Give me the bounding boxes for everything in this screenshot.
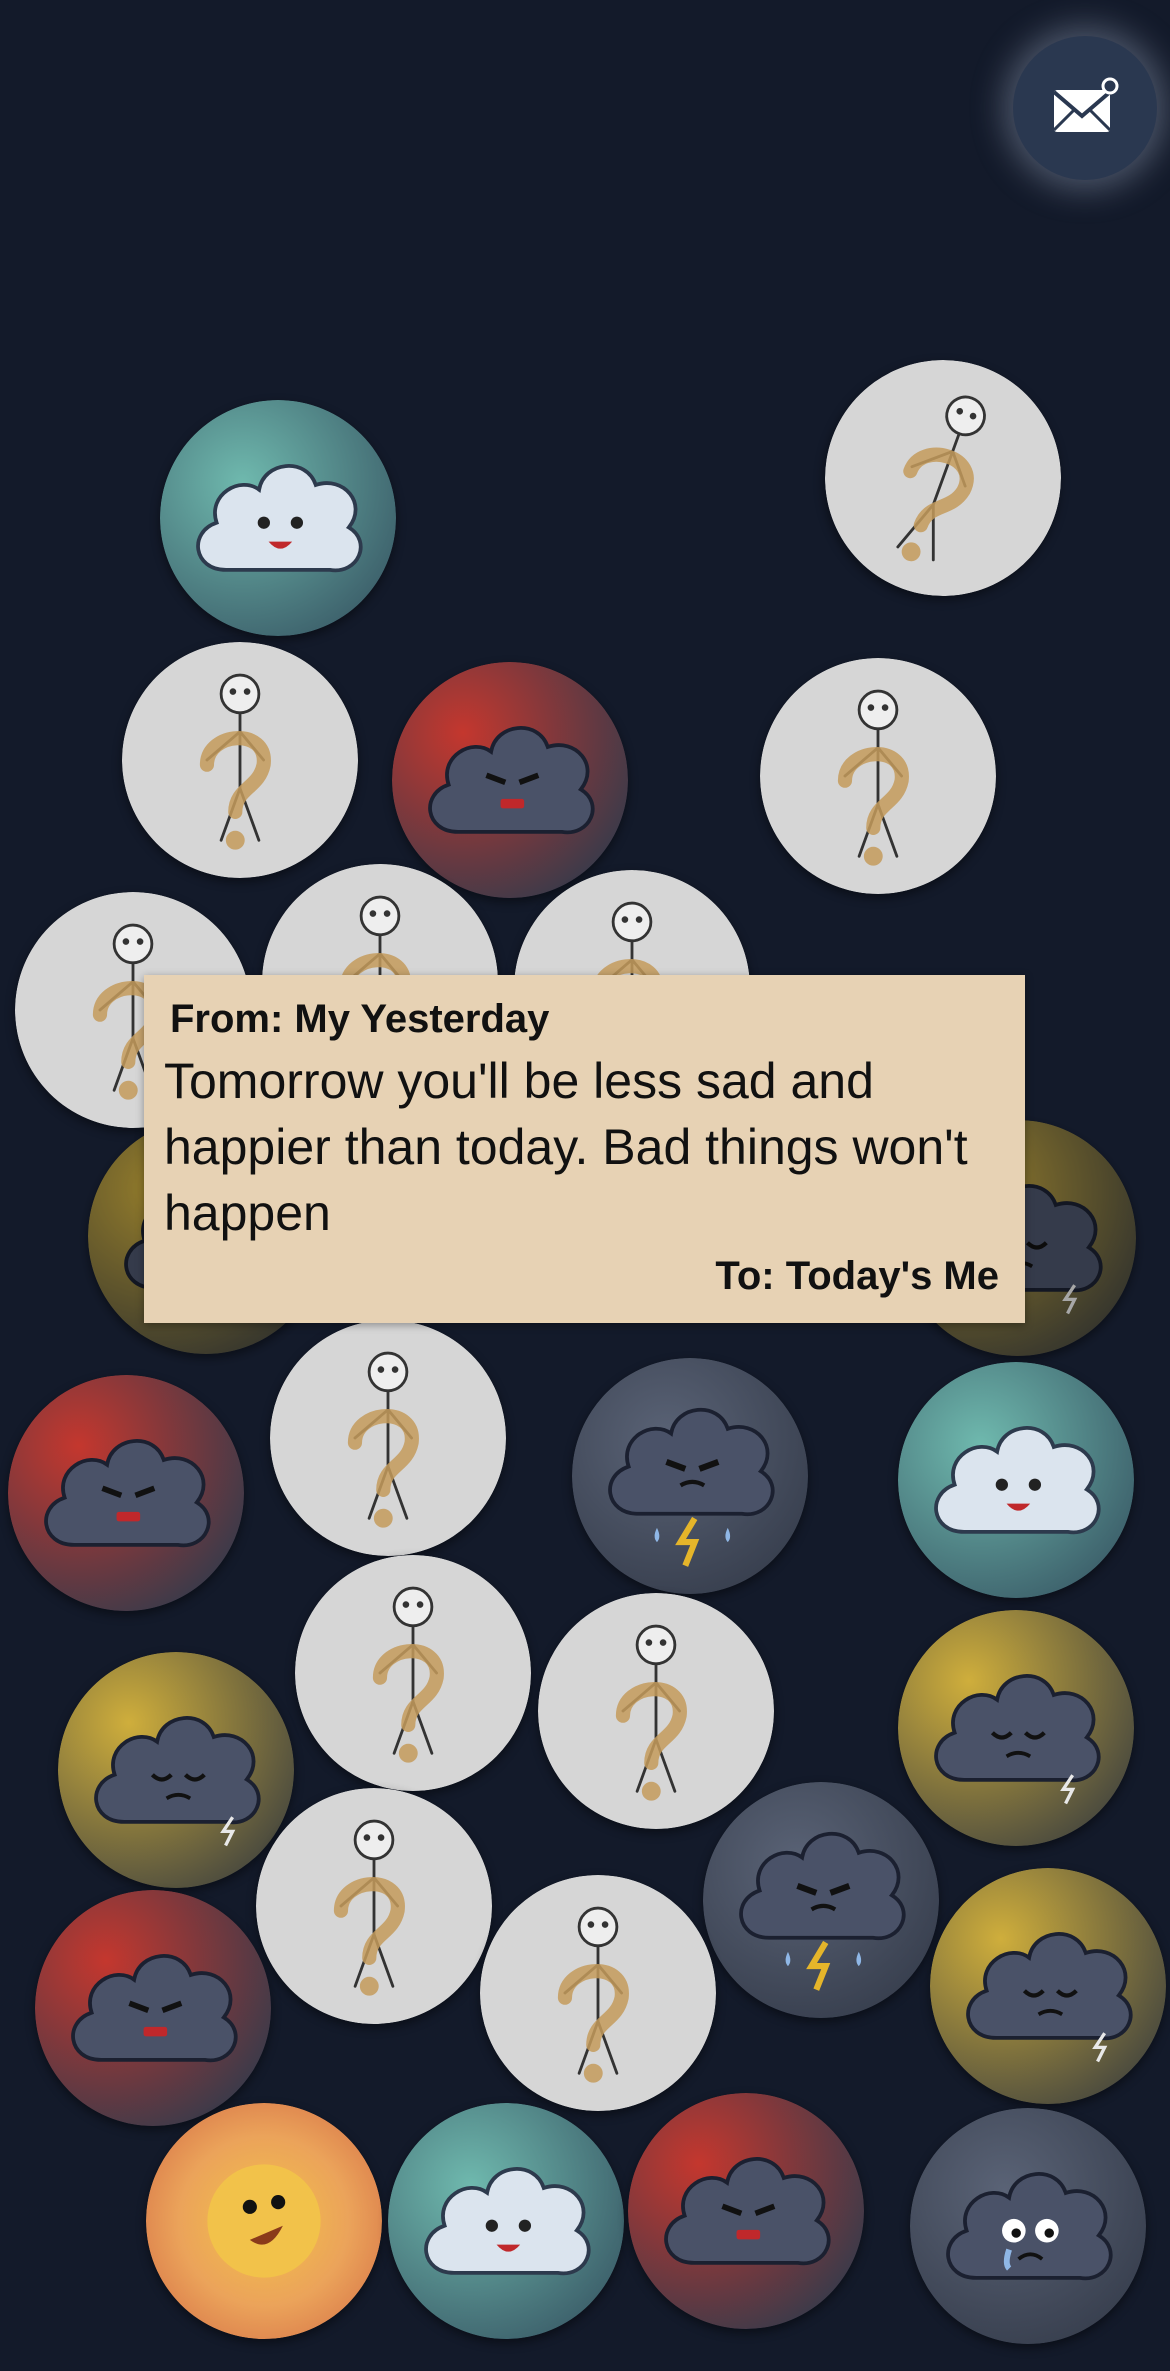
question-mark-stick-figure-icon[interactable] (538, 1593, 774, 1829)
happy-sun-icon[interactable] (146, 2103, 382, 2339)
tired-cloud-icon[interactable] (58, 1652, 294, 1888)
question-mark-stick-figure-icon[interactable] (760, 658, 996, 894)
message-note-card[interactable]: From: My Yesterday Tomorrow you'll be le… (144, 975, 1025, 1323)
happy-cloud-icon[interactable] (898, 1362, 1134, 1598)
question-mark-stick-figure-icon[interactable] (122, 642, 358, 878)
note-sender: From: My Yesterday (170, 997, 550, 1041)
angry-cloud-icon[interactable] (628, 2093, 864, 2329)
question-mark-stick-figure-icon[interactable] (270, 1320, 506, 1556)
happy-cloud-icon[interactable] (388, 2103, 624, 2339)
happy-cloud-icon[interactable] (160, 400, 396, 636)
question-mark-stick-figure-icon[interactable] (295, 1555, 531, 1791)
crying-cloud-icon[interactable] (910, 2108, 1146, 2344)
envelope-notification-icon (1052, 77, 1119, 132)
question-mark-stick-figure-icon[interactable] (480, 1875, 716, 2111)
tired-cloud-icon[interactable] (930, 1868, 1166, 2104)
question-mark-stick-figure-icon[interactable] (792, 327, 1094, 629)
thunder-cloud-icon[interactable] (703, 1782, 939, 2018)
mail-button[interactable] (1013, 36, 1157, 180)
thunder-cloud-icon[interactable] (572, 1358, 808, 1594)
angry-cloud-icon[interactable] (35, 1890, 271, 2126)
note-recipient: To: Today's Me (715, 1254, 999, 1298)
angry-cloud-icon[interactable] (8, 1375, 244, 1611)
note-message: Tomorrow you'll be less sad and happier … (164, 1053, 968, 1241)
angry-cloud-icon[interactable] (392, 662, 628, 898)
question-mark-stick-figure-icon[interactable] (256, 1788, 492, 2024)
tired-cloud-icon[interactable] (898, 1610, 1134, 1846)
